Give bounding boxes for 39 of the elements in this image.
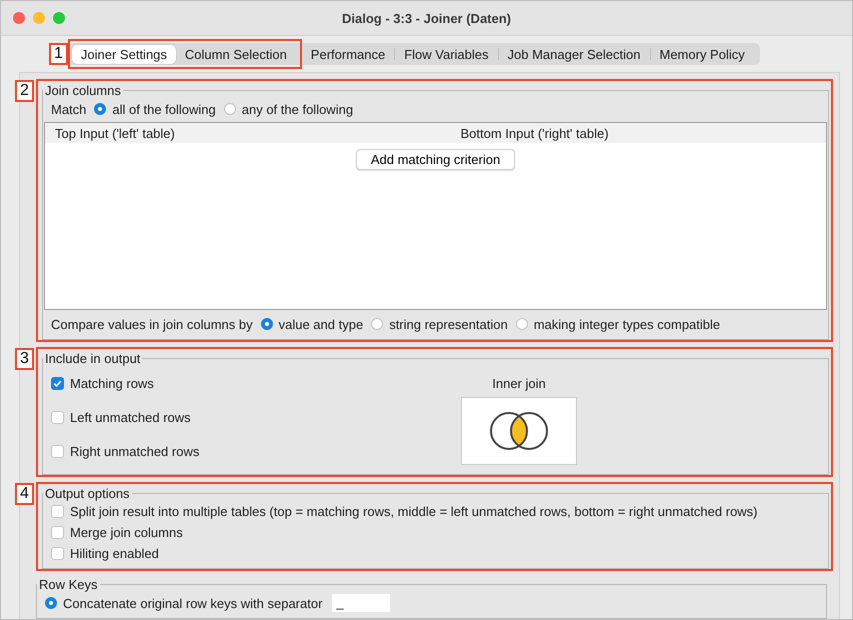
annotation-number: 4 bbox=[15, 483, 34, 505]
annotation-number: 3 bbox=[15, 348, 34, 370]
tab[interactable]: Joiner Settings bbox=[72, 44, 176, 64]
radio-button[interactable]: making integer types compatible bbox=[516, 316, 720, 332]
checkbox[interactable]: Matching rows bbox=[51, 366, 461, 400]
column-header: Top Input ('left' table) bbox=[54, 126, 176, 140]
group-title: Include in output bbox=[44, 351, 142, 366]
tab[interactable]: Column Selection bbox=[176, 44, 296, 64]
minimize-button[interactable] bbox=[33, 12, 45, 24]
checkbox[interactable]: Right unmatched rows bbox=[51, 434, 461, 468]
checkbox[interactable]: Merge join columns bbox=[51, 522, 824, 543]
checkbox[interactable]: Left unmatched rows bbox=[51, 400, 461, 434]
tab[interactable]: Performance bbox=[302, 44, 394, 64]
tab[interactable]: Memory Policy bbox=[650, 44, 754, 64]
checkmark-icon bbox=[52, 378, 63, 388]
window-title: Dialog - 3:3 - Joiner (Daten) bbox=[342, 10, 512, 26]
radio-button[interactable]: any of the following bbox=[224, 102, 354, 116]
close-button[interactable] bbox=[13, 12, 25, 24]
group-title: Row Keys bbox=[38, 577, 99, 592]
separator-field[interactable]: _ bbox=[332, 594, 390, 612]
radio-button[interactable]: string representation bbox=[371, 316, 508, 332]
field-label: Compare values in join columns by bbox=[51, 316, 253, 332]
group-title: Join columns bbox=[44, 83, 122, 98]
radio-button[interactable]: Concatenate original row keys with separator bbox=[45, 596, 322, 610]
group-title: Output options bbox=[44, 486, 131, 501]
radio-button[interactable]: all of the following bbox=[94, 102, 216, 116]
checkbox[interactable]: Hiliting enabled bbox=[51, 543, 824, 564]
field-label: Match bbox=[51, 102, 86, 116]
radio-button[interactable]: value and type bbox=[260, 316, 364, 332]
column-header: Bottom Input ('right' table) bbox=[460, 126, 610, 140]
tab[interactable]: Flow Variables bbox=[395, 44, 498, 64]
venn-diagram-icon bbox=[488, 410, 550, 452]
checkbox[interactable]: Split join result into multiple tables (top = matching rows, middle = left unmatched rows, bottom = right unmatched rows) bbox=[51, 501, 824, 522]
annotation-number: 1 bbox=[49, 43, 68, 65]
diagram-label: Inner join bbox=[492, 376, 546, 391]
annotation-number: 2 bbox=[15, 80, 34, 102]
zoom-button[interactable] bbox=[53, 12, 65, 24]
add-criterion-button[interactable]: Add matching criterion bbox=[356, 149, 516, 170]
tab[interactable]: Job Manager Selection bbox=[498, 44, 650, 64]
